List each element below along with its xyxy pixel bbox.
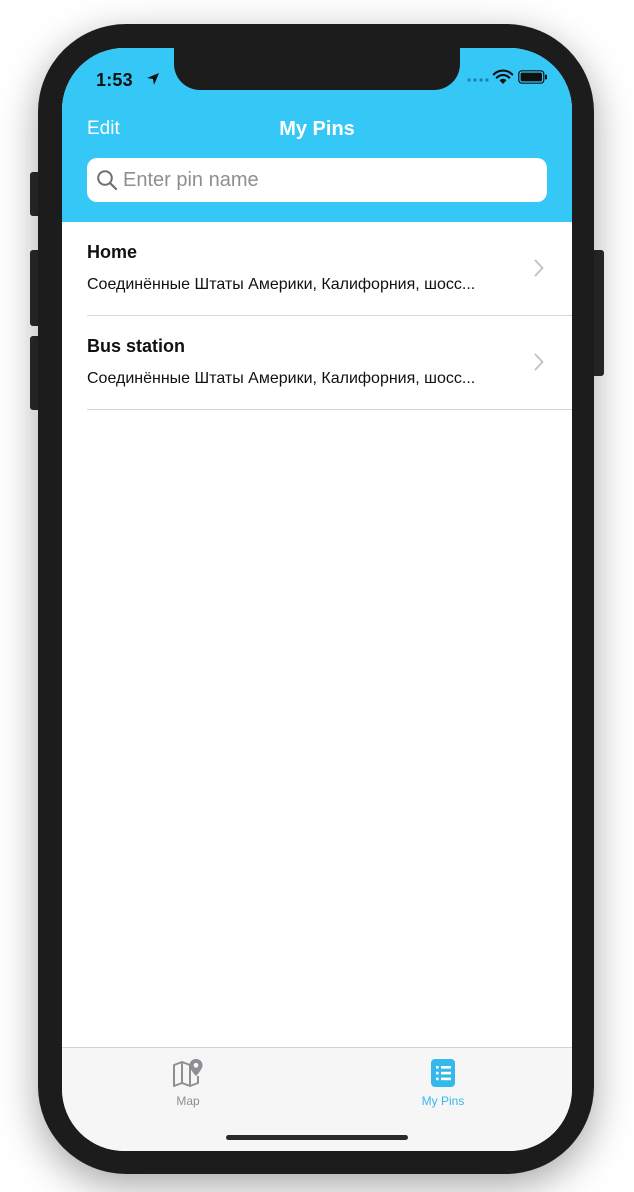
tab-label: Map bbox=[176, 1094, 200, 1108]
pins-list: Home Соединённые Штаты Америки, Калифорн… bbox=[62, 222, 572, 410]
wifi-icon bbox=[492, 69, 514, 84]
map-pin-icon bbox=[173, 1059, 203, 1087]
signal-dots-icon bbox=[467, 78, 489, 82]
search-input[interactable] bbox=[123, 158, 535, 202]
app-screen: 1:53 Edit My Pins Enter pin name Home Со… bbox=[62, 48, 572, 1151]
location-arrow-icon bbox=[147, 73, 159, 85]
tab-map[interactable]: Map bbox=[128, 1054, 248, 1114]
pin-address: Соединённые Штаты Америки, Калифорния, ш… bbox=[87, 370, 476, 387]
row-divider bbox=[87, 409, 572, 410]
search-bar[interactable] bbox=[87, 158, 547, 202]
page-title: My Pins bbox=[279, 118, 355, 140]
pin-address: Соединённые Штаты Америки, Калифорния, ш… bbox=[87, 276, 476, 293]
home-indicator[interactable] bbox=[226, 1135, 408, 1140]
pin-title: Home bbox=[87, 242, 138, 262]
device-frame: 1:53 Edit My Pins Enter pin name Home Со… bbox=[0, 0, 634, 1192]
battery-icon bbox=[518, 70, 547, 84]
status-time: 1:53 bbox=[96, 70, 133, 90]
chevron-right-icon bbox=[534, 353, 544, 371]
chevron-right-icon bbox=[534, 259, 544, 277]
notch bbox=[174, 48, 460, 90]
list-icon bbox=[431, 1059, 455, 1087]
tab-bar: Map My Pins bbox=[62, 1047, 572, 1151]
tab-label: My Pins bbox=[421, 1094, 465, 1108]
search-icon bbox=[97, 170, 118, 191]
tab-my-pins[interactable]: My Pins bbox=[383, 1054, 503, 1114]
pin-title: Bus station bbox=[87, 336, 186, 356]
pin-row-bus-station[interactable]: Bus station Соединённые Штаты Америки, К… bbox=[62, 316, 572, 410]
pin-row-home[interactable]: Home Соединённые Штаты Америки, Калифорн… bbox=[62, 222, 572, 316]
